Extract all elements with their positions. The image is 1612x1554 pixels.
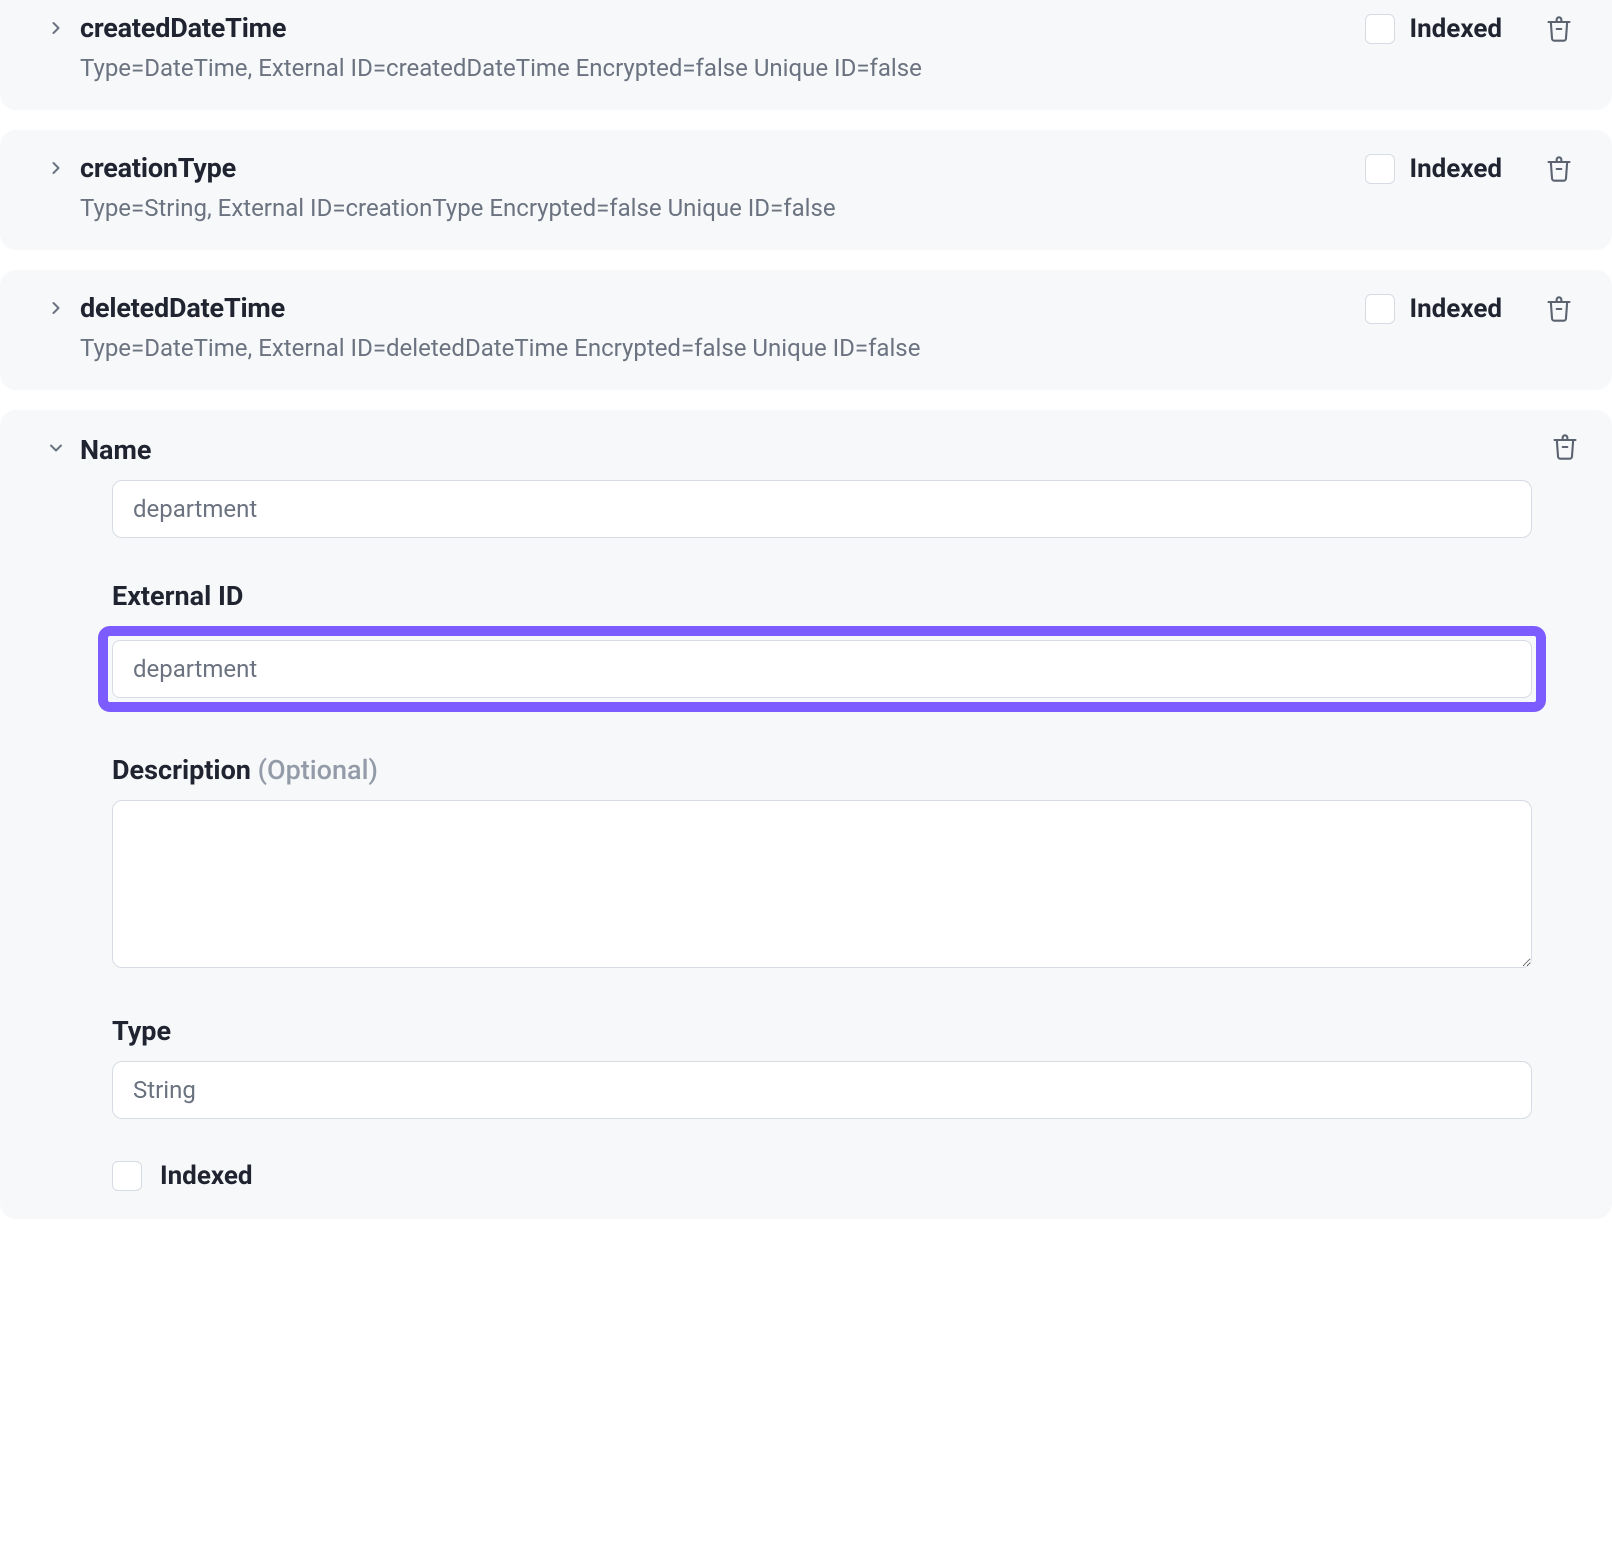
attribute-name: deletedDateTime bbox=[80, 292, 1365, 324]
trash-icon[interactable] bbox=[1544, 154, 1574, 184]
description-label-text: Description bbox=[112, 754, 251, 786]
name-input[interactable] bbox=[112, 480, 1532, 538]
indexed-label: Indexed bbox=[1409, 294, 1502, 324]
chevron-right-icon[interactable] bbox=[46, 298, 66, 318]
attribute-card-department: Name External ID Description (Optional) … bbox=[0, 410, 1612, 1219]
attribute-name: creationType bbox=[80, 152, 1365, 184]
attribute-card-createdDateTime: createdDateTime Type=DateTime, External … bbox=[0, 0, 1612, 110]
description-textarea[interactable] bbox=[112, 800, 1532, 968]
type-select[interactable] bbox=[112, 1061, 1532, 1119]
trash-icon[interactable] bbox=[1550, 432, 1580, 462]
indexed-checkbox[interactable] bbox=[1365, 294, 1395, 324]
external-id-highlight bbox=[98, 626, 1546, 712]
type-label: Type bbox=[112, 1015, 1532, 1047]
chevron-down-icon[interactable] bbox=[46, 438, 66, 458]
attribute-card-creationType: creationType Type=String, External ID=cr… bbox=[0, 130, 1612, 250]
external-id-input[interactable] bbox=[112, 640, 1532, 698]
attribute-name: createdDateTime bbox=[80, 12, 1365, 44]
name-label: Name bbox=[80, 434, 151, 466]
indexed-row: Indexed bbox=[112, 1161, 1532, 1191]
indexed-checkbox[interactable] bbox=[112, 1161, 142, 1191]
indexed-checkbox[interactable] bbox=[1365, 14, 1395, 44]
attribute-summary: Type=String, External ID=creationType En… bbox=[80, 194, 1365, 222]
description-optional: (Optional) bbox=[258, 754, 378, 786]
attribute-actions: Indexed bbox=[1365, 284, 1580, 324]
chevron-right-icon[interactable] bbox=[46, 18, 66, 38]
attribute-actions: Indexed bbox=[1365, 144, 1580, 184]
indexed-checkbox[interactable] bbox=[1365, 154, 1395, 184]
attribute-summary: Type=DateTime, External ID=createdDateTi… bbox=[80, 54, 1365, 82]
indexed-label: Indexed bbox=[1409, 14, 1502, 44]
trash-icon[interactable] bbox=[1544, 14, 1574, 44]
description-label: Description (Optional) bbox=[112, 754, 1532, 786]
attribute-list: createdDateTime Type=DateTime, External … bbox=[0, 0, 1612, 1219]
attribute-summary: Type=DateTime, External ID=deletedDateTi… bbox=[80, 334, 1365, 362]
chevron-right-icon[interactable] bbox=[46, 158, 66, 178]
attribute-card-deletedDateTime: deletedDateTime Type=DateTime, External … bbox=[0, 270, 1612, 390]
attribute-actions: Indexed bbox=[1365, 4, 1580, 44]
indexed-label: Indexed bbox=[160, 1161, 253, 1191]
indexed-label: Indexed bbox=[1409, 154, 1502, 184]
external-id-label: External ID bbox=[112, 580, 1532, 612]
trash-icon[interactable] bbox=[1544, 294, 1574, 324]
